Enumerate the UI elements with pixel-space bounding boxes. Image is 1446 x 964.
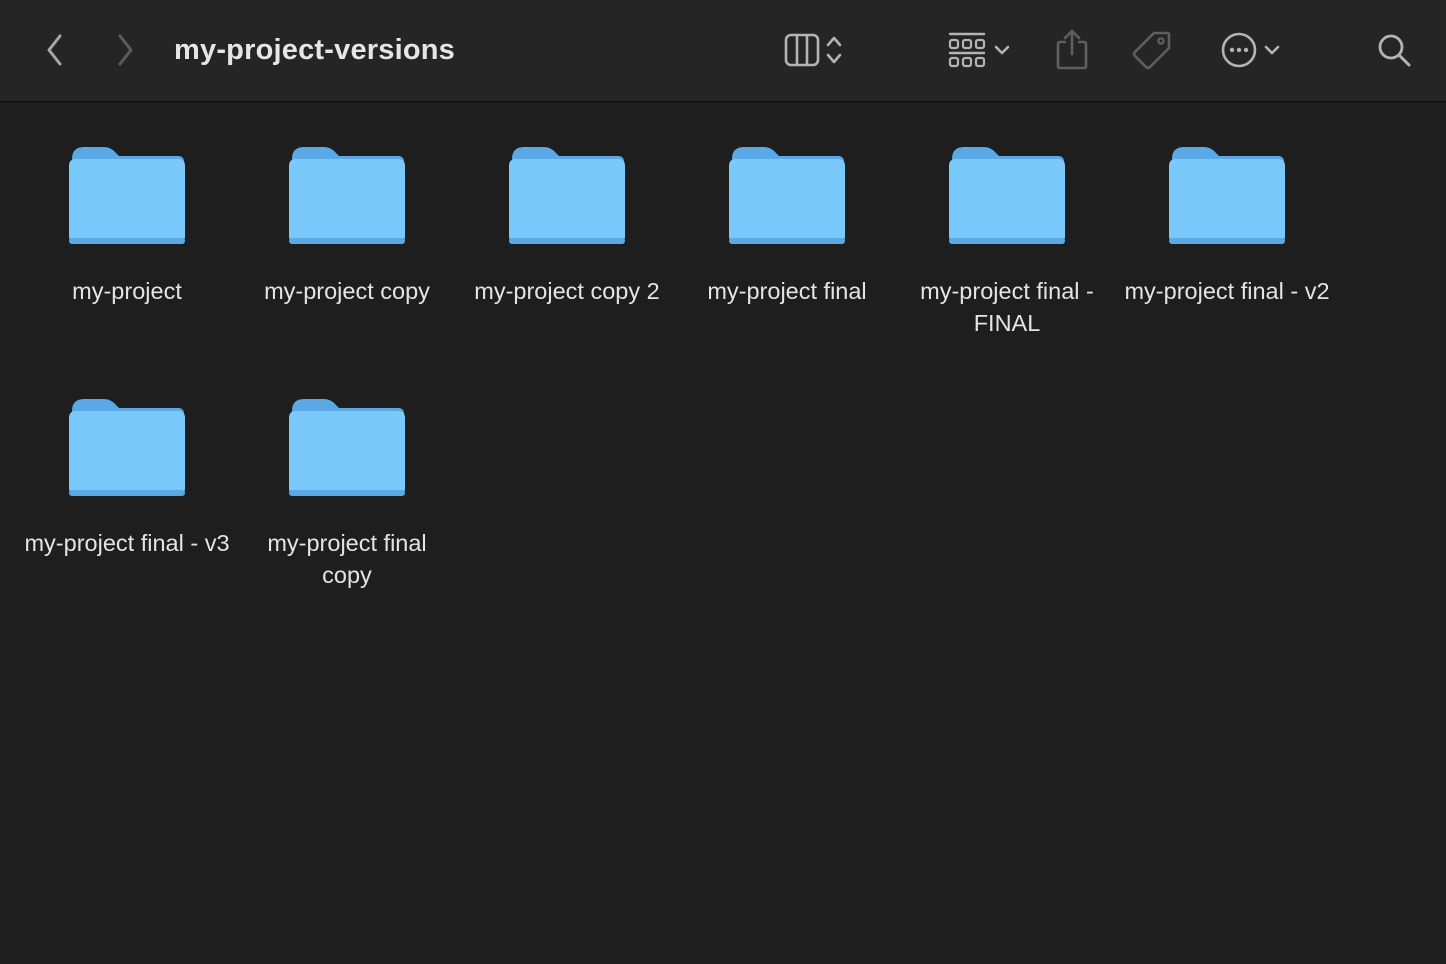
folder-icon	[69, 147, 185, 244]
folder-label: my-project final - FINAL	[920, 278, 1094, 336]
forward-button[interactable]	[106, 30, 144, 70]
folder-item[interactable]: my-project final - v3	[17, 395, 237, 559]
tag-button[interactable]	[1128, 28, 1174, 72]
back-button[interactable]	[36, 30, 74, 70]
folder-icon	[949, 147, 1065, 244]
folder-item[interactable]: my-project final - FINAL	[897, 143, 1117, 339]
folder-icon	[729, 147, 845, 244]
folder-item[interactable]: my-project	[17, 143, 237, 307]
finder-window: my-project-versions my-project my-projec…	[0, 0, 1446, 964]
more-actions-button[interactable]	[1212, 28, 1292, 72]
folder-icon	[289, 147, 405, 244]
folder-label: my-project final	[707, 278, 867, 304]
search-icon	[1378, 34, 1411, 67]
file-grid: my-project my-project copy my-project co…	[0, 103, 1446, 964]
grid-group-icon	[948, 32, 986, 68]
folder-label: my-project final - v2	[1124, 278, 1330, 304]
folder-label: my-project copy 2	[474, 278, 660, 304]
group-button[interactable]	[938, 28, 1022, 72]
search-button[interactable]	[1372, 28, 1416, 72]
tag-icon	[1132, 31, 1171, 70]
share-icon	[1056, 29, 1088, 70]
folder-item[interactable]: my-project final - v2	[1117, 143, 1337, 307]
folder-item[interactable]: my-project final copy	[237, 395, 457, 591]
folder-label: my-project final - v3	[24, 530, 230, 556]
view-mode-button[interactable]	[772, 28, 856, 72]
folder-icon	[289, 399, 405, 496]
column-view-icon	[784, 33, 820, 67]
folder-item[interactable]: my-project copy	[237, 143, 457, 307]
folder-label: my-project final copy	[267, 530, 427, 588]
folder-label: my-project copy	[264, 278, 430, 304]
share-button[interactable]	[1050, 26, 1094, 72]
folder-icon	[69, 399, 185, 496]
up-down-chevron-icon	[826, 36, 842, 64]
toolbar: my-project-versions	[0, 0, 1446, 102]
folder-icon	[1169, 147, 1285, 244]
chevron-down-icon	[994, 45, 1010, 55]
ellipsis-circle-icon	[1221, 32, 1257, 68]
folder-label: my-project	[72, 278, 182, 304]
chevron-right-icon	[118, 34, 133, 66]
folder-icon	[509, 147, 625, 244]
folder-item[interactable]: my-project copy 2	[457, 143, 677, 307]
folder-item[interactable]: my-project final	[677, 143, 897, 307]
chevron-down-icon	[1264, 45, 1280, 55]
chevron-left-icon	[47, 34, 62, 66]
window-title: my-project-versions	[174, 34, 455, 66]
